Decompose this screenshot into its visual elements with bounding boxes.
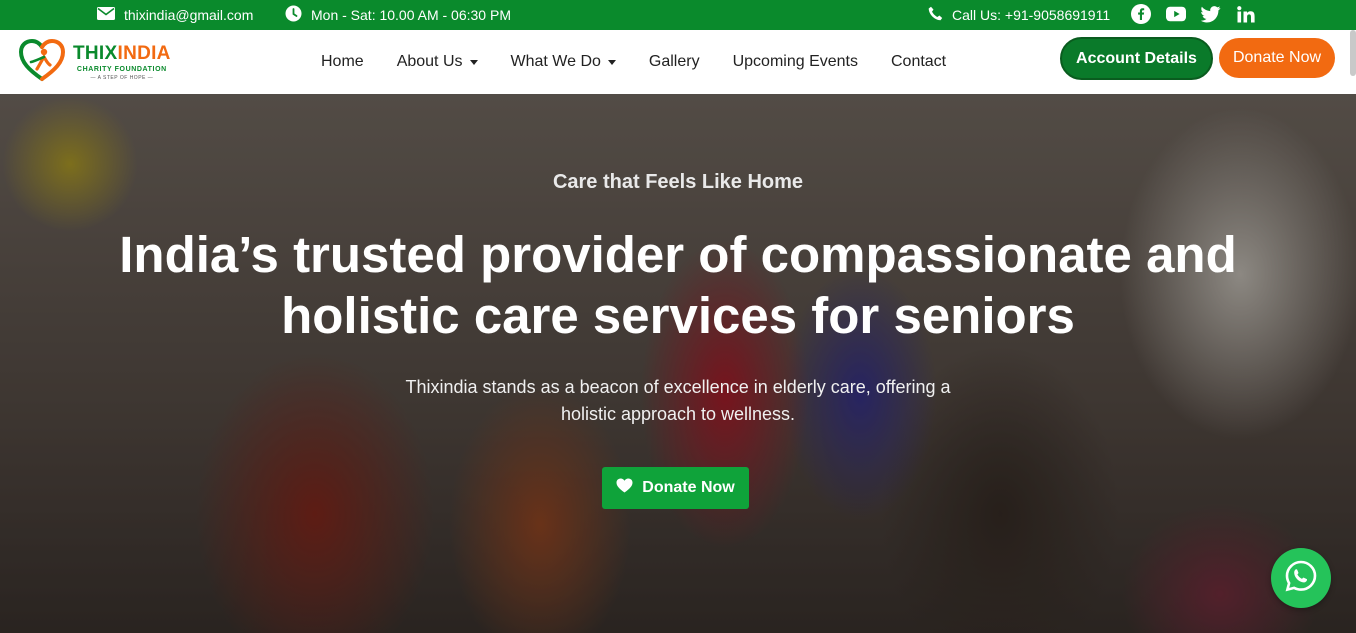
social-links: [1131, 4, 1256, 24]
hours-text: Mon - Sat: 10.00 AM - 06:30 PM: [311, 7, 511, 23]
whatsapp-icon: [1284, 559, 1318, 598]
logo-tagline: — A STEP OF HOPE —: [90, 74, 154, 81]
email-contact[interactable]: thixindia@gmail.com: [97, 0, 253, 30]
youtube-icon[interactable]: [1166, 4, 1186, 24]
email-text: thixindia@gmail.com: [124, 7, 254, 23]
nav-item-what-we-do[interactable]: What We Do: [511, 53, 616, 71]
clock-icon: [285, 5, 302, 25]
chevron-down-icon: [607, 59, 616, 65]
hero-title-line: India’s trusted provider of compassionat…: [119, 226, 1237, 283]
hero-section: Care that Feels Like Home India’s truste…: [0, 94, 1356, 633]
nav-menu: Home About Us What We Do Gallery Upcomin…: [321, 30, 946, 94]
hero-eyebrow: Care that Feels Like Home: [552, 171, 804, 193]
hero-donate-label: Donate Now: [642, 479, 735, 496]
hero-title: India’s trusted provider of compassionat…: [0, 224, 1356, 346]
nav-item-gallery[interactable]: Gallery: [649, 53, 700, 71]
hero-description-line: Thixindia stands as a beacon of excellen…: [405, 377, 951, 397]
hero-title-line: holistic care services for seniors: [281, 287, 1075, 344]
hero-donate-button[interactable]: Donate Now: [602, 467, 749, 509]
heart-logo-icon: [17, 35, 67, 90]
main-navbar: THIXINDIA CHARITY FOUNDATION — A STEP OF…: [0, 30, 1356, 94]
logo-subtitle: CHARITY FOUNDATION: [76, 65, 167, 73]
twitter-icon[interactable]: [1201, 4, 1221, 24]
hero-description-line: holistic approach to wellness.: [560, 404, 796, 424]
nav-item-home[interactable]: Home: [321, 53, 364, 71]
phone-icon: [928, 6, 943, 24]
nav-item-about-us[interactable]: About Us: [397, 53, 478, 71]
envelope-icon: [97, 7, 115, 23]
top-contact-bar: thixindia@gmail.com Mon - Sat: 10.00 AM …: [0, 0, 1356, 30]
facebook-icon[interactable]: [1131, 4, 1151, 24]
heart-icon: [616, 478, 633, 498]
site-logo[interactable]: THIXINDIA CHARITY FOUNDATION — A STEP OF…: [17, 37, 171, 87]
hero-description: Thixindia stands as a beacon of excellen…: [0, 374, 1356, 428]
donate-now-header-button[interactable]: Donate Now: [1219, 38, 1335, 78]
logo-title: THIXINDIA: [73, 42, 171, 64]
page-scrollbar[interactable]: [1350, 30, 1356, 76]
linkedin-icon[interactable]: [1236, 4, 1256, 24]
nav-item-upcoming-events[interactable]: Upcoming Events: [733, 53, 858, 71]
chevron-down-icon: [469, 59, 478, 65]
phone-text: Call Us: +91-9058691911: [952, 7, 1111, 23]
whatsapp-chat-button[interactable]: [1271, 548, 1331, 608]
nav-item-contact[interactable]: Contact: [891, 53, 946, 71]
phone-contact[interactable]: Call Us: +91-9058691911: [928, 0, 1110, 30]
account-details-button[interactable]: Account Details: [1060, 37, 1213, 80]
opening-hours: Mon - Sat: 10.00 AM - 06:30 PM: [285, 0, 511, 30]
